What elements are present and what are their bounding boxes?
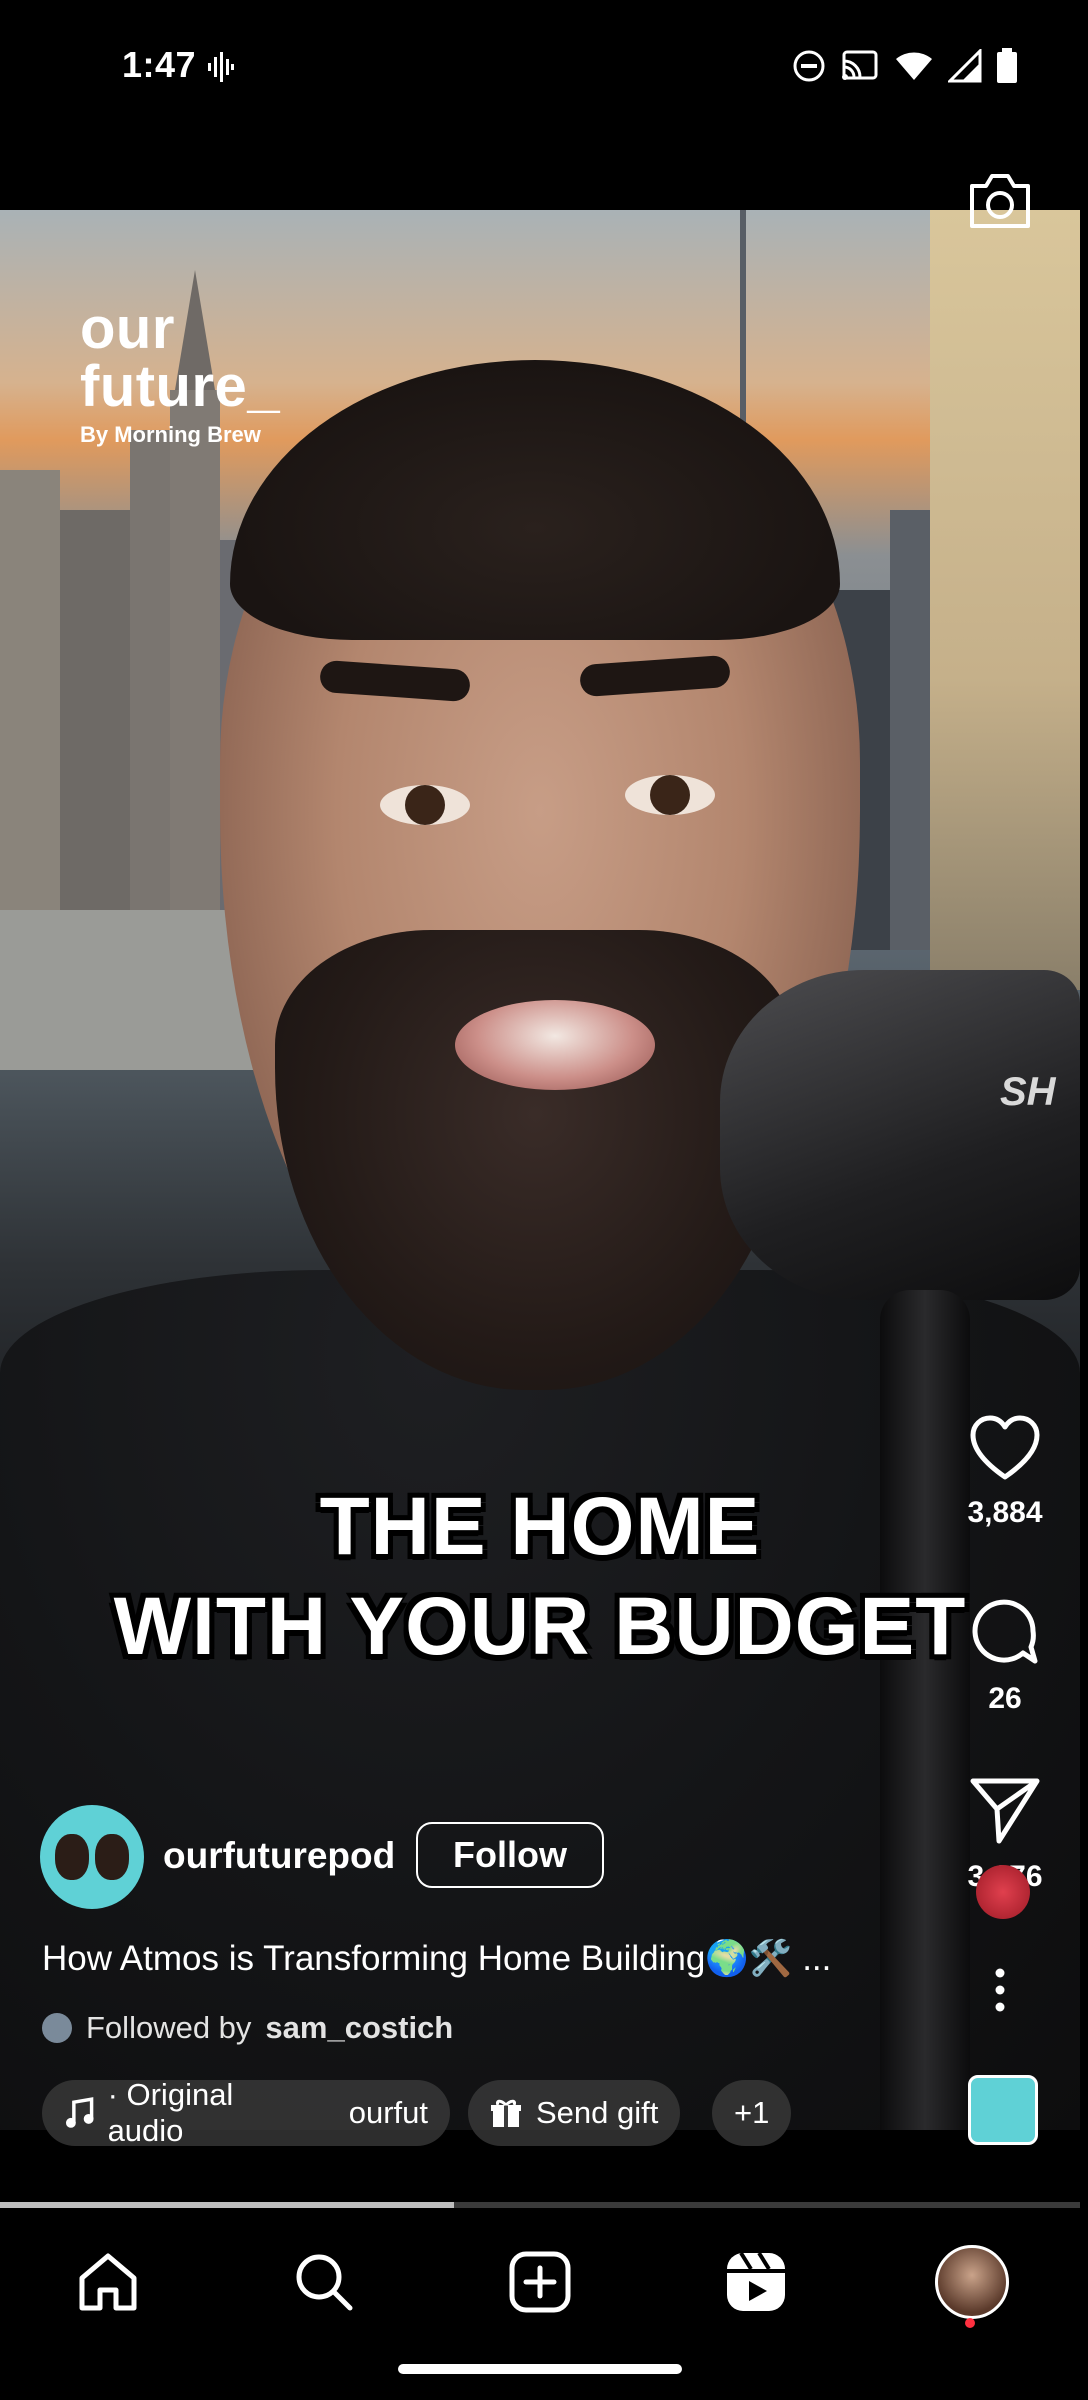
avatar-person-1 bbox=[55, 1834, 89, 1880]
profile-avatar[interactable] bbox=[40, 1805, 144, 1909]
dnd-icon bbox=[793, 50, 825, 82]
status-time: 1:47 bbox=[122, 44, 197, 85]
post-description[interactable]: How Atmos is Transforming Home Building🌍… bbox=[42, 1938, 831, 1979]
comment-action[interactable]: 26 bbox=[950, 1595, 1060, 1716]
follower-avatar bbox=[42, 2013, 72, 2043]
followed-by[interactable]: Followed by sam_costich bbox=[42, 2010, 453, 2046]
microphone bbox=[720, 970, 1080, 1300]
avatar-person-2 bbox=[95, 1834, 129, 1880]
plus-square-icon bbox=[509, 2251, 571, 2313]
gift-icon bbox=[491, 2099, 521, 2127]
original-audio-chip[interactable]: · Original audio ourfut bbox=[42, 2077, 450, 2148]
send-gift-label: Send gift bbox=[536, 2095, 659, 2130]
home-icon bbox=[79, 2253, 137, 2311]
nav-search[interactable] bbox=[282, 2240, 366, 2324]
brand-line-3: By Morning Brew bbox=[80, 422, 261, 447]
audio-label: · Original audio bbox=[107, 2077, 234, 2148]
home-indicator[interactable] bbox=[398, 2364, 682, 2374]
audio-reel-thumbnail[interactable] bbox=[968, 2075, 1038, 2145]
username[interactable]: ourfuturepod bbox=[163, 1835, 395, 1877]
channel-watermark: our future_ By Morning Brew bbox=[80, 300, 280, 446]
wifi-icon bbox=[896, 52, 932, 80]
send-gift-chip[interactable]: Send gift bbox=[468, 2080, 681, 2146]
right-pupil bbox=[650, 775, 690, 815]
cast-icon bbox=[842, 50, 878, 80]
signal-icon bbox=[948, 49, 982, 83]
brand-line-1: our bbox=[80, 296, 175, 361]
nav-profile[interactable] bbox=[930, 2240, 1014, 2324]
video-caption-line-2: WITH YOUR BUDGET bbox=[113, 1581, 967, 1672]
recording-indicator bbox=[976, 1865, 1030, 1919]
more-chips[interactable]: +1 bbox=[712, 2080, 792, 2146]
comment-icon[interactable] bbox=[969, 1595, 1041, 1667]
heart-icon[interactable] bbox=[969, 1415, 1041, 1481]
comment-count: 26 bbox=[988, 1682, 1022, 1715]
brand-line-2: future_ bbox=[80, 354, 281, 419]
nav-home[interactable] bbox=[66, 2240, 150, 2324]
voice-activity-icon bbox=[208, 52, 234, 87]
follow-button[interactable]: Follow bbox=[416, 1822, 604, 1888]
more-options-icon[interactable] bbox=[990, 1968, 1010, 2017]
status-icons bbox=[792, 48, 1018, 84]
left-pupil bbox=[405, 785, 445, 825]
profile-avatar-icon bbox=[935, 2245, 1009, 2319]
profile-notification-dot bbox=[965, 2318, 975, 2328]
microphone-brand: SH bbox=[1000, 1070, 1056, 1114]
audio-user: ourfut bbox=[348, 2095, 428, 2130]
battery-icon bbox=[997, 48, 1017, 83]
nav-create[interactable] bbox=[498, 2240, 582, 2324]
camera-icon[interactable] bbox=[966, 168, 1034, 237]
reels-icon bbox=[727, 2251, 785, 2311]
followed-by-user[interactable]: sam_costich bbox=[265, 2010, 453, 2046]
like-action[interactable]: 3,884 bbox=[950, 1415, 1060, 1530]
share-icon[interactable] bbox=[969, 1775, 1041, 1845]
music-note-icon bbox=[65, 2097, 94, 2128]
followed-by-prefix: Followed by bbox=[86, 2010, 252, 2045]
like-count: 3,884 bbox=[967, 1496, 1043, 1529]
wall bbox=[930, 210, 1080, 990]
search-icon bbox=[296, 2254, 353, 2311]
mouth bbox=[455, 1000, 655, 1090]
video-caption-line-1: THE HOME bbox=[319, 1481, 761, 1572]
nav-reels[interactable] bbox=[714, 2240, 798, 2324]
